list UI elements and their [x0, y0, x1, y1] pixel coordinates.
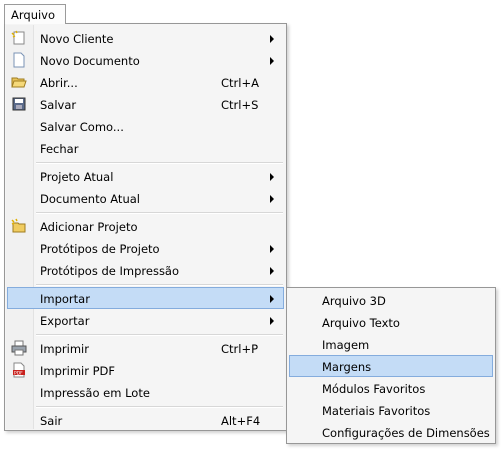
submenu-item-arquivo-3d[interactable]: Arquivo 3D — [289, 289, 493, 311]
menu-item-label: Imprimir PDF — [40, 364, 116, 378]
submenu-item-margens[interactable]: Margens — [289, 355, 493, 377]
menu-item-label: Documento Atual — [40, 192, 140, 206]
menu-item-sair[interactable]: Sair Alt+F4 — [7, 409, 284, 431]
shortcut-label: Alt+F4 — [221, 414, 261, 428]
menu-item-label: Salvar Como... — [40, 120, 124, 134]
menu-item-impressao-lote[interactable]: Impressão em Lote — [7, 381, 284, 403]
pdf-icon: PDF — [11, 362, 27, 378]
svg-text:PDF: PDF — [14, 370, 23, 376]
menu-item-label: Sair — [40, 414, 63, 428]
menu-separator — [36, 334, 283, 336]
menu-item-label: Protótipos de Projeto — [40, 242, 160, 256]
submenu-arrow-icon — [270, 173, 274, 181]
menu-item-prototipos-impressao[interactable]: Protótipos de Impressão — [7, 259, 284, 281]
add-project-icon — [11, 218, 27, 234]
menu-item-prototipos-projeto[interactable]: Protótipos de Projeto — [7, 237, 284, 259]
printer-icon — [11, 340, 27, 356]
menu-item-salvar-como[interactable]: Salvar Como... — [7, 115, 284, 137]
submenu-arrow-icon — [270, 245, 274, 253]
submenu-arrow-icon — [270, 295, 274, 303]
menu-item-projeto-atual[interactable]: Projeto Atual — [7, 165, 284, 187]
menu-item-label: Novo Cliente — [40, 32, 114, 46]
submenu-item-modulos-favoritos[interactable]: Módulos Favoritos — [289, 377, 493, 399]
menu-item-label: Importar — [40, 292, 90, 306]
new-document-icon — [11, 52, 27, 68]
shortcut-label: Ctrl+S — [221, 98, 259, 112]
menu-item-fechar[interactable]: Fechar — [7, 137, 284, 159]
menu-item-label: Salvar — [40, 98, 77, 112]
menu-item-label: Novo Documento — [40, 54, 140, 68]
menu-item-documento-atual[interactable]: Documento Atual — [7, 187, 284, 209]
new-client-icon — [11, 30, 27, 46]
submenu-item-label: Imagem — [322, 338, 370, 352]
menu-item-label: Imprimir — [40, 342, 89, 356]
menu-item-label: Impressão em Lote — [40, 386, 150, 400]
arquivo-dropdown: Novo Cliente Novo Documento Abrir... Ctr… — [4, 23, 287, 431]
submenu-item-label: Arquivo 3D — [322, 294, 386, 308]
menu-item-label: Exportar — [40, 314, 90, 328]
importar-submenu: Arquivo 3D Arquivo Texto Imagem Margens … — [286, 287, 496, 444]
submenu-arrow-icon — [270, 57, 274, 65]
menu-item-abrir[interactable]: Abrir... Ctrl+A — [7, 71, 284, 93]
menu-item-label: Fechar — [40, 142, 79, 156]
submenu-item-label: Materiais Favoritos — [322, 404, 431, 418]
shortcut-label: Ctrl+P — [221, 342, 259, 356]
menu-item-label: Protótipos de Impressão — [40, 264, 180, 278]
menu-item-importar[interactable]: Importar — [7, 287, 284, 309]
menu-item-label: Adicionar Projeto — [40, 220, 138, 234]
submenu-item-label: Arquivo Texto — [322, 316, 400, 330]
menu-separator — [36, 162, 283, 164]
submenu-item-arquivo-texto[interactable]: Arquivo Texto — [289, 311, 493, 333]
open-folder-icon — [11, 74, 27, 90]
menu-item-novo-documento[interactable]: Novo Documento — [7, 49, 284, 71]
menu-separator — [36, 406, 283, 408]
menu-item-imprimir[interactable]: Imprimir Ctrl+P — [7, 337, 284, 359]
menu-item-novo-cliente[interactable]: Novo Cliente — [7, 27, 284, 49]
submenu-arrow-icon — [270, 35, 274, 43]
menu-item-adicionar-projeto[interactable]: Adicionar Projeto — [7, 215, 284, 237]
submenu-arrow-icon — [270, 267, 274, 275]
menu-arquivo[interactable]: Arquivo — [4, 4, 66, 24]
submenu-item-materiais-favoritos[interactable]: Materiais Favoritos — [289, 399, 493, 421]
submenu-item-config-dimensoes[interactable]: Configurações de Dimensões — [289, 421, 493, 443]
save-disk-icon — [11, 96, 27, 112]
menu-item-salvar[interactable]: Salvar Ctrl+S — [7, 93, 284, 115]
menu-item-exportar[interactable]: Exportar — [7, 309, 284, 331]
menu-item-label: Abrir... — [40, 76, 78, 90]
submenu-item-label: Configurações de Dimensões — [322, 426, 490, 440]
shortcut-label: Ctrl+A — [221, 76, 259, 90]
menu-separator — [36, 284, 283, 286]
submenu-item-label: Margens — [322, 360, 372, 374]
submenu-arrow-icon — [270, 317, 274, 325]
menu-item-imprimir-pdf[interactable]: PDF Imprimir PDF — [7, 359, 284, 381]
menu-arquivo-label: Arquivo — [11, 8, 56, 22]
submenu-item-label: Módulos Favoritos — [322, 382, 426, 396]
submenu-arrow-icon — [270, 195, 274, 203]
menu-item-label: Projeto Atual — [40, 170, 114, 184]
submenu-item-imagem[interactable]: Imagem — [289, 333, 493, 355]
menu-separator — [36, 212, 283, 214]
